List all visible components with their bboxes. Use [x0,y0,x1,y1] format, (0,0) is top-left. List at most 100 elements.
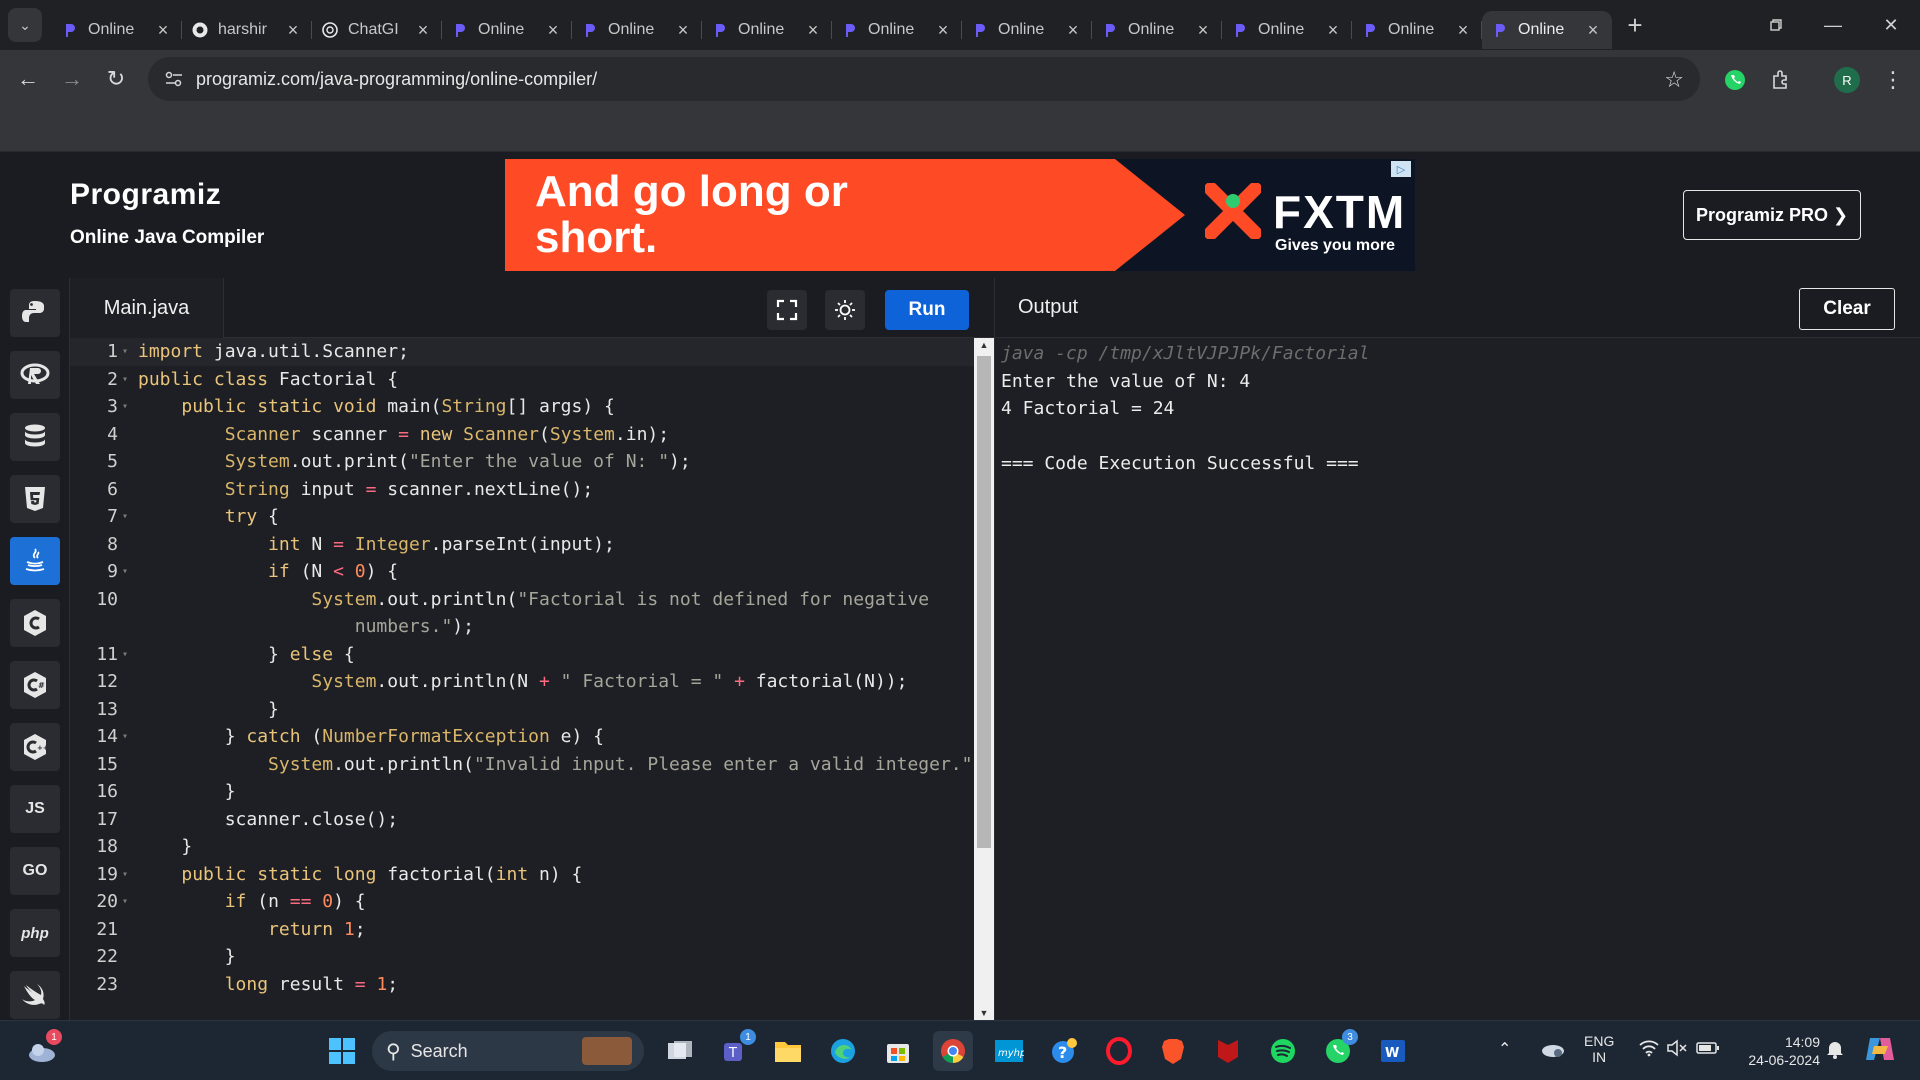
myhp-icon[interactable]: myhp [989,1031,1029,1071]
fold-arrow-icon[interactable]: ▾ [118,346,132,357]
teams-icon[interactable]: T 1 [716,1029,756,1071]
close-window-button[interactable]: ✕ [1862,0,1920,50]
task-view-icon[interactable] [660,1031,700,1071]
site-info-icon[interactable] [154,71,194,87]
code-line[interactable]: 7 ▾ try { [70,503,974,531]
code-line[interactable]: 15 System.out.println("Invalid input. Pl… [70,751,994,779]
fold-arrow-icon[interactable]: ▾ [118,566,132,577]
mcafee-icon[interactable] [1208,1031,1248,1071]
r-icon[interactable] [10,351,60,399]
opera-icon[interactable] [1099,1031,1139,1071]
address-bar[interactable]: programiz.com/java-programming/online-co… [148,57,1700,101]
profile-avatar[interactable]: R [1830,63,1864,97]
cpp-icon[interactable]: ++ [10,723,60,771]
browser-tab[interactable]: Online × [572,11,702,49]
tab-close-icon[interactable]: × [674,20,692,41]
spotify-icon[interactable] [1263,1031,1303,1071]
url-text[interactable]: programiz.com/java-programming/online-co… [196,69,597,90]
browser-tab[interactable]: harshir × [182,11,312,49]
browser-tab[interactable]: ChatGI × [312,11,442,49]
tab-close-icon[interactable]: × [1454,20,1472,41]
code-line[interactable]: 21 return 1; [70,916,974,944]
tab-close-icon[interactable]: × [1324,20,1342,41]
clock[interactable]: 14:09 24-06-2024 [1738,1033,1820,1069]
tab-search-button[interactable]: ⌄ [8,8,42,42]
code-line[interactable]: 18 } [70,833,974,861]
extensions-puzzle-icon[interactable] [1764,63,1798,97]
chevron-up-icon[interactable]: ⌃ [1498,1039,1511,1059]
tab-close-icon[interactable]: × [1584,20,1602,41]
browser-tab[interactable]: Online × [832,11,962,49]
c-icon[interactable] [10,599,60,647]
chrome-icon[interactable] [933,1031,973,1071]
reload-button[interactable]: ↻ [98,61,134,97]
browser-tab[interactable]: Online × [1352,11,1482,49]
microsoft-store-icon[interactable] [878,1031,918,1071]
browser-tab[interactable]: Online × [962,11,1092,49]
code-line[interactable]: 4 Scanner scanner = new Scanner(System.i… [70,421,974,449]
file-explorer-icon[interactable] [768,1031,808,1071]
fold-arrow-icon[interactable]: ▾ [118,374,132,385]
brave-icon[interactable] [1153,1031,1193,1071]
language-indicator[interactable]: ENG IN [1584,1033,1614,1065]
code-line[interactable]: 23 long result = 1; [70,971,974,999]
html5-icon[interactable] [10,475,60,523]
code-line[interactable]: 8 int N = Integer.parseInt(input); [70,531,974,559]
tab-close-icon[interactable]: × [414,20,432,41]
weather-widget[interactable]: 1 [22,1029,62,1071]
programiz-pro-button[interactable]: Programiz PRO ❯ [1683,190,1861,240]
code-line[interactable]: 11 ▾ } else { [70,641,974,669]
swift-icon[interactable] [10,971,60,1019]
minimize-button[interactable]: — [1804,0,1862,50]
browser-tab[interactable]: Online × [1092,11,1222,49]
word-icon[interactable]: W [1373,1031,1413,1071]
fold-arrow-icon[interactable]: ▾ [118,896,132,907]
code-line[interactable]: 1 ▾ import java.util.Scanner; [70,338,974,366]
code-line[interactable]: 14 ▾ } catch (NumberFormatException e) { [70,723,974,751]
fold-arrow-icon[interactable]: ▾ [118,511,132,522]
browser-tab[interactable]: Online × [702,11,832,49]
javascript-icon[interactable]: JS [10,785,60,833]
tab-close-icon[interactable]: × [284,20,302,41]
code-line[interactable]: 6 String input = scanner.nextLine(); [70,476,974,504]
programiz-logo[interactable]: Programiz [70,178,221,212]
forward-button[interactable]: → [54,61,90,97]
theme-toggle-button[interactable] [825,290,865,330]
minimize-icon[interactable] [1747,0,1805,50]
browser-tab[interactable]: Online × [52,11,182,49]
code-line[interactable]: 3 ▾ public static void main(String[] args… [70,393,974,421]
run-button[interactable]: Run [885,290,969,330]
tab-close-icon[interactable]: × [154,20,172,41]
browser-tab[interactable]: Online × [442,11,572,49]
scroll-down-icon[interactable]: ▼ [978,1008,990,1018]
onedrive-icon[interactable] [1540,1037,1566,1062]
code-line[interactable]: 16 } [70,778,974,806]
back-button[interactable]: ← [10,61,46,97]
python-icon[interactable] [10,289,60,337]
whatsapp-icon[interactable]: 3 [1318,1029,1358,1071]
code-line[interactable]: 2 ▾ public class Factorial { [70,366,974,394]
tab-close-icon[interactable]: × [934,20,952,41]
advertisement-banner[interactable]: And go long or short. FXTM Gives you mor… [505,159,1415,271]
notification-bell-icon[interactable] [1826,1039,1844,1062]
php-icon[interactable]: php [10,909,60,957]
fold-arrow-icon[interactable]: ▾ [118,731,132,742]
code-line[interactable]: 19 ▾ public static long factorial(int n) … [70,861,974,889]
tab-close-icon[interactable]: × [1194,20,1212,41]
go-icon[interactable]: GO [10,847,60,895]
code-line[interactable]: 5 System.out.print("Enter the value of N… [70,448,974,476]
code-line[interactable]: 20 ▾ if (n == 0) { [70,888,974,916]
editor-scrollbar[interactable]: ▲ ▼ [974,338,994,1020]
csharp-icon[interactable]: # [10,661,60,709]
output-console[interactable]: java -cp /tmp/xJltVJPJPk/Factorial Enter … [1001,340,1369,478]
adchoices-icon[interactable]: ▷ [1391,161,1411,177]
tab-close-icon[interactable]: × [544,20,562,41]
speaker-muted-icon[interactable] [1666,1039,1688,1060]
new-tab-button[interactable]: + [1618,8,1652,42]
code-line[interactable]: 9 ▾ if (N < 0) { [70,558,974,586]
code-line[interactable]: 22 } [70,943,974,971]
file-tab-main-java[interactable]: Main.java [70,278,224,338]
taskbar-search-box[interactable]: ⚲ Search [372,1031,644,1071]
browser-tab[interactable]: Online × [1482,11,1612,49]
bookmark-star-icon[interactable]: ☆ [1664,67,1684,93]
